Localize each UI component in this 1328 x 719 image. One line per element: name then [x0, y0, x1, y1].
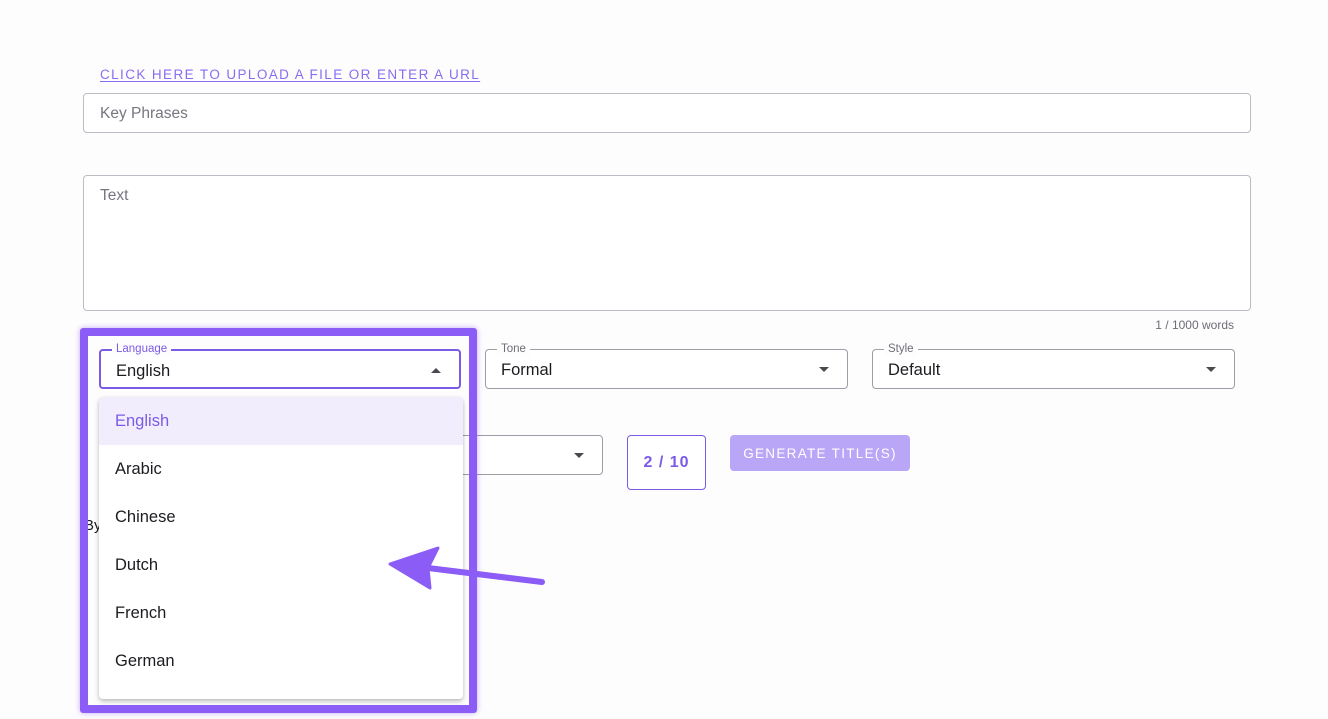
upload-link[interactable]: CLICK HERE TO UPLOAD A FILE OR ENTER A U…: [100, 67, 480, 82]
caret-down-icon: [574, 453, 584, 458]
tone-label: Tone: [497, 342, 530, 356]
language-option[interactable]: English: [99, 397, 463, 445]
caret-down-icon: [1206, 367, 1216, 372]
language-option[interactable]: Chinese: [99, 493, 463, 541]
text-textarea[interactable]: Text: [83, 175, 1251, 311]
language-select[interactable]: Language English: [99, 342, 461, 389]
text-placeholder: Text: [100, 187, 129, 204]
language-value: English: [116, 362, 171, 380]
style-select[interactable]: Style Default: [872, 342, 1235, 389]
language-dropdown-menu: English Arabic Chinese Dutch French Germ…: [99, 397, 463, 699]
caret-up-icon: [431, 368, 441, 373]
style-value: Default: [888, 361, 941, 379]
language-option[interactable]: Dutch: [99, 541, 463, 589]
language-label: Language: [112, 342, 172, 356]
caret-down-icon: [819, 367, 829, 372]
tone-select[interactable]: Tone Formal: [485, 342, 848, 389]
language-option[interactable]: German: [99, 637, 463, 685]
title-count-select[interactable]: [440, 435, 603, 475]
language-option[interactable]: French: [99, 589, 463, 637]
key-phrases-input[interactable]: Key Phrases: [83, 93, 1251, 133]
word-count: 1 / 1000 words: [1155, 318, 1234, 332]
tone-value: Formal: [501, 361, 553, 379]
title-counter: 2 / 10: [627, 435, 706, 490]
style-label: Style: [884, 342, 918, 356]
generate-titles-button[interactable]: GENERATE TITLE(S): [730, 435, 910, 471]
key-phrases-placeholder: Key Phrases: [100, 105, 188, 122]
language-option[interactable]: Arabic: [99, 445, 463, 493]
page: CLICK HERE TO UPLOAD A FILE OR ENTER A U…: [0, 0, 1328, 719]
